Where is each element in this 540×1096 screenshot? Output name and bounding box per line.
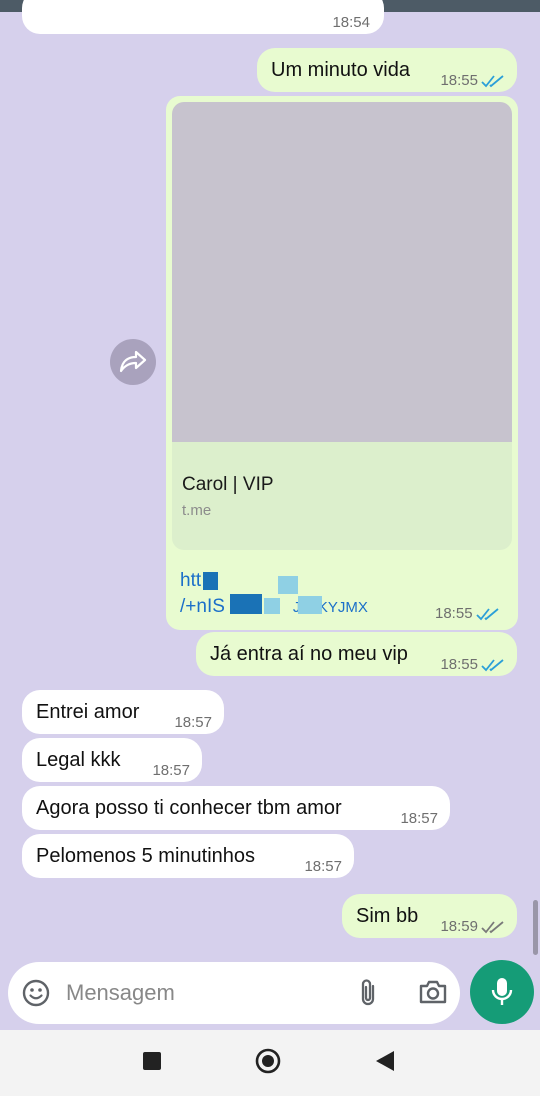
message-text: Um minuto vida [271,59,410,81]
censor-mark [230,594,262,614]
scrollbar-thumb[interactable] [533,900,538,955]
message-text: Legal kkk [36,749,121,771]
message-time-text: 18:55 [435,605,473,622]
emoji-icon[interactable] [22,979,50,1007]
double-check-read-icon [475,608,499,621]
mic-icon [491,978,513,1005]
message-time: 18:55 [440,68,505,94]
message-bubble-incoming[interactable]: Legal kkk 18:57 [22,738,202,782]
double-check-read-icon [481,75,504,88]
message-time: 18:55 [440,652,505,678]
message-time-text: 18:59 [440,918,478,935]
message-bubble-incoming[interactable]: 18:54 [22,0,384,34]
message-bubble-outgoing[interactable]: Sim bb 18:59 [342,894,517,938]
message-bubble-incoming[interactable]: Pelomenos 5 minutinhos 18:57 [22,834,354,878]
message-time: 18:57 [304,858,342,875]
link-preview-title: Carol | VIP [182,474,274,495]
system-navigation-bar [0,1030,540,1096]
forward-arrow-icon [119,350,147,373]
message-text: Já entra aí no meu vip [210,643,408,665]
camera-icon[interactable] [418,979,448,1005]
link-text-2: /+nIS [180,596,225,617]
message-time: 18:57 [174,714,212,731]
message-time: 18:57 [400,810,438,827]
link-text-1: htt [180,570,202,591]
message-text: Sim bb [356,905,419,927]
censor-mark [278,576,298,594]
message-time-text: 18:55 [440,72,478,89]
message-bubble-incoming[interactable]: Entrei amor 18:57 [22,690,224,734]
censor-mark [298,596,322,614]
link-preview-domain: t.me [182,502,212,519]
forward-button[interactable] [110,339,156,385]
message-time: 18:59 [440,914,505,940]
voice-record-button[interactable] [470,960,534,1024]
message-bubble-outgoing[interactable]: Um minuto vida 18:55 [257,48,517,92]
message-time-text: 18:55 [440,656,478,673]
message-bubble-incoming[interactable]: Agora posso ti conhecer tbm amor 18:57 [22,786,450,830]
link-preview-image[interactable] [172,102,512,442]
recents-square-icon[interactable] [142,1051,162,1071]
message-input[interactable]: Mensagem [66,980,175,1006]
message-text: Pelomenos 5 minutinhos [36,845,256,867]
message-time: 18:54 [332,14,370,31]
message-time: 18:57 [152,762,190,779]
attach-icon[interactable] [356,977,380,1009]
back-triangle-icon[interactable] [374,1049,396,1073]
link-preview-card[interactable]: Carol | VIP t.me [172,442,512,550]
censor-mark [264,598,280,614]
message-text: Agora posso ti conhecer tbm amor [36,797,342,819]
double-check-delivered-icon [481,921,504,934]
message-text: Entrei amor [36,701,140,723]
message-time: 18:55 [435,605,500,622]
chat-area[interactable]: 18:54 Um minuto vida 18:55 Carol | VIP t… [0,0,540,960]
home-circle-icon[interactable] [254,1047,282,1075]
double-check-read-icon [481,659,504,672]
censor-mark [203,572,218,590]
message-bubble-outgoing[interactable]: Já entra aí no meu vip 18:55 [196,632,517,676]
message-composer[interactable]: Mensagem [8,962,460,1024]
